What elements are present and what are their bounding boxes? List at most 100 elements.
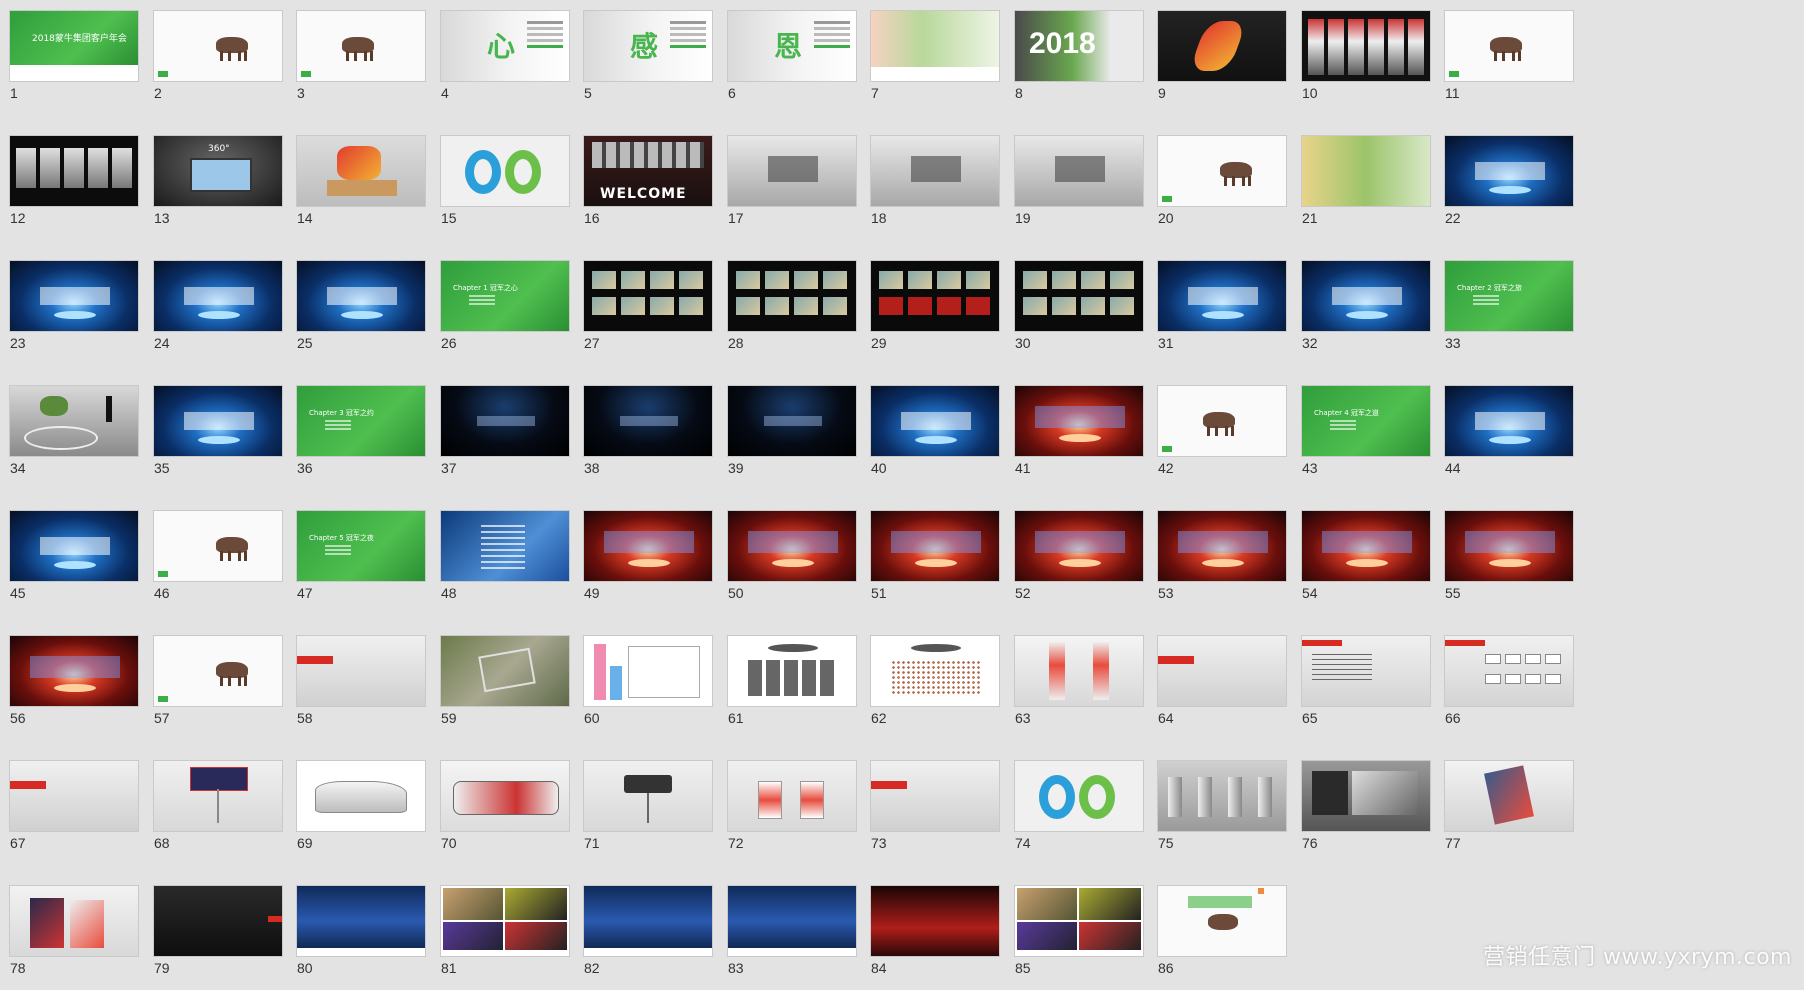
slide-thumbnail-26[interactable]: Chapter 1 冠军之心 26 (440, 260, 570, 365)
slide-number: 16 (584, 210, 600, 226)
slide-thumbnail-78[interactable]: 78 (9, 885, 139, 990)
slide-thumbnail-40[interactable]: 40 (870, 385, 1000, 490)
slide-thumbnail-29[interactable]: 29 (870, 260, 1000, 365)
slide-thumbnail-79[interactable]: 79 (153, 885, 283, 990)
slide-thumbnail-46[interactable]: 46 (153, 510, 283, 615)
slide-thumbnail-34[interactable]: 34 (9, 385, 139, 490)
slide-thumbnail-76[interactable]: 76 (1301, 760, 1431, 865)
slide-thumbnail-3[interactable]: 3 (296, 10, 426, 115)
slide-number: 29 (871, 335, 887, 351)
slide-preview-image (870, 635, 1000, 707)
slide-thumbnail-12[interactable]: 12 (9, 135, 139, 240)
slide-thumbnail-69[interactable]: 69 (296, 760, 426, 865)
slide-preview-image (1444, 760, 1574, 832)
slide-thumbnail-31[interactable]: 31 (1157, 260, 1287, 365)
slide-thumbnail-80[interactable]: 80 (296, 885, 426, 990)
slide-thumbnail-22[interactable]: 22 (1444, 135, 1574, 240)
slide-thumbnail-9[interactable]: 9 (1157, 10, 1287, 115)
slide-number: 34 (10, 460, 26, 476)
slide-thumbnail-63[interactable]: 63 (1014, 635, 1144, 740)
slide-thumbnail-11[interactable]: 11 (1444, 10, 1574, 115)
slide-thumbnail-37[interactable]: 37 (440, 385, 570, 490)
slide-thumbnail-64[interactable]: 64 (1157, 635, 1287, 740)
slide-thumbnail-6[interactable]: 恩6 (727, 10, 857, 115)
slide-preview-image (1301, 135, 1431, 207)
slide-thumbnail-68[interactable]: 68 (153, 760, 283, 865)
slide-thumbnail-30[interactable]: 30 (1014, 260, 1144, 365)
slide-thumbnail-52[interactable]: 52 (1014, 510, 1144, 615)
slide-thumbnail-7[interactable]: 7 (870, 10, 1000, 115)
slide-thumbnail-74[interactable]: 74 (1014, 760, 1144, 865)
slide-thumbnail-32[interactable]: 32 (1301, 260, 1431, 365)
slide-thumbnail-54[interactable]: 54 (1301, 510, 1431, 615)
slide-thumbnail-84[interactable]: 84 (870, 885, 1000, 990)
slide-thumbnail-36[interactable]: Chapter 3 冠军之约 36 (296, 385, 426, 490)
slide-thumbnail-47[interactable]: Chapter 5 冠军之夜 47 (296, 510, 426, 615)
slide-thumbnail-82[interactable]: 82 (583, 885, 713, 990)
slide-thumbnail-4[interactable]: 心4 (440, 10, 570, 115)
slide-title-text: 2018蒙牛集团客户年会 (32, 34, 127, 44)
slide-thumbnail-61[interactable]: 61 (727, 635, 857, 740)
slide-thumbnail-71[interactable]: 71 (583, 760, 713, 865)
slide-thumbnail-48[interactable]: 48 (440, 510, 570, 615)
slide-number: 31 (1158, 335, 1174, 351)
slide-thumbnail-49[interactable]: 49 (583, 510, 713, 615)
slide-thumbnail-33[interactable]: Chapter 2 冠军之旅 33 (1444, 260, 1574, 365)
slide-thumbnail-23[interactable]: 23 (9, 260, 139, 365)
slide-thumbnail-42[interactable]: 42 (1157, 385, 1287, 490)
slide-thumbnail-65[interactable]: 65 (1301, 635, 1431, 740)
slide-thumbnail-44[interactable]: 44 (1444, 385, 1574, 490)
slide-thumbnail-83[interactable]: 83 (727, 885, 857, 990)
slide-thumbnail-16[interactable]: WELCOME 16 (583, 135, 713, 240)
slide-thumbnail-58[interactable]: 58 (296, 635, 426, 740)
slide-thumbnail-8[interactable]: 2018 8 (1014, 10, 1144, 115)
slide-number: 11 (1445, 85, 1460, 101)
slide-thumbnail-2[interactable]: 2 (153, 10, 283, 115)
slide-number: 63 (1015, 710, 1031, 726)
slide-thumbnail-17[interactable]: 17 (727, 135, 857, 240)
slide-thumbnail-73[interactable]: 73 (870, 760, 1000, 865)
slide-thumbnail-81[interactable]: 81 (440, 885, 570, 990)
slide-thumbnail-43[interactable]: Chapter 4 冠军之道 43 (1301, 385, 1431, 490)
slide-thumbnail-24[interactable]: 24 (153, 260, 283, 365)
slide-thumbnail-27[interactable]: 27 (583, 260, 713, 365)
slide-thumbnail-67[interactable]: 67 (9, 760, 139, 865)
slide-thumbnail-21[interactable]: 21 (1301, 135, 1431, 240)
slide-thumbnail-70[interactable]: 70 (440, 760, 570, 865)
slide-thumbnail-39[interactable]: 39 (727, 385, 857, 490)
slide-thumbnail-55[interactable]: 55 (1444, 510, 1574, 615)
slide-thumbnail-35[interactable]: 35 (153, 385, 283, 490)
slide-thumbnail-66[interactable]: 66 (1444, 635, 1574, 740)
slide-preview-image: 2018 (1014, 10, 1144, 82)
slide-thumbnail-5[interactable]: 感5 (583, 10, 713, 115)
slide-thumbnail-14[interactable]: 14 (296, 135, 426, 240)
slide-thumbnail-15[interactable]: 15 (440, 135, 570, 240)
slide-thumbnail-38[interactable]: 38 (583, 385, 713, 490)
slide-preview-image (727, 135, 857, 207)
slide-thumbnail-13[interactable]: 360° 13 (153, 135, 283, 240)
slide-thumbnail-59[interactable]: 59 (440, 635, 570, 740)
slide-thumbnail-25[interactable]: 25 (296, 260, 426, 365)
slide-thumbnail-1[interactable]: 2018蒙牛集团客户年会 1 (9, 10, 139, 115)
slide-number: 64 (1158, 710, 1174, 726)
slide-thumbnail-75[interactable]: 75 (1157, 760, 1287, 865)
slide-preview-image (870, 510, 1000, 582)
slide-thumbnail-20[interactable]: 20 (1157, 135, 1287, 240)
slide-thumbnail-77[interactable]: 77 (1444, 760, 1574, 865)
slide-thumbnail-60[interactable]: 60 (583, 635, 713, 740)
slide-thumbnail-41[interactable]: 41 (1014, 385, 1144, 490)
slide-thumbnail-57[interactable]: 57 (153, 635, 283, 740)
slide-thumbnail-28[interactable]: 28 (727, 260, 857, 365)
slide-thumbnail-62[interactable]: 62 (870, 635, 1000, 740)
slide-thumbnail-72[interactable]: 72 (727, 760, 857, 865)
slide-thumbnail-45[interactable]: 45 (9, 510, 139, 615)
slide-thumbnail-10[interactable]: 10 (1301, 10, 1431, 115)
slide-thumbnail-53[interactable]: 53 (1157, 510, 1287, 615)
slide-thumbnail-85[interactable]: 85 (1014, 885, 1144, 990)
slide-thumbnail-56[interactable]: 56 (9, 635, 139, 740)
slide-thumbnail-18[interactable]: 18 (870, 135, 1000, 240)
slide-thumbnail-51[interactable]: 51 (870, 510, 1000, 615)
slide-thumbnail-19[interactable]: 19 (1014, 135, 1144, 240)
slide-thumbnail-86[interactable]: 86 (1157, 885, 1287, 990)
slide-thumbnail-50[interactable]: 50 (727, 510, 857, 615)
